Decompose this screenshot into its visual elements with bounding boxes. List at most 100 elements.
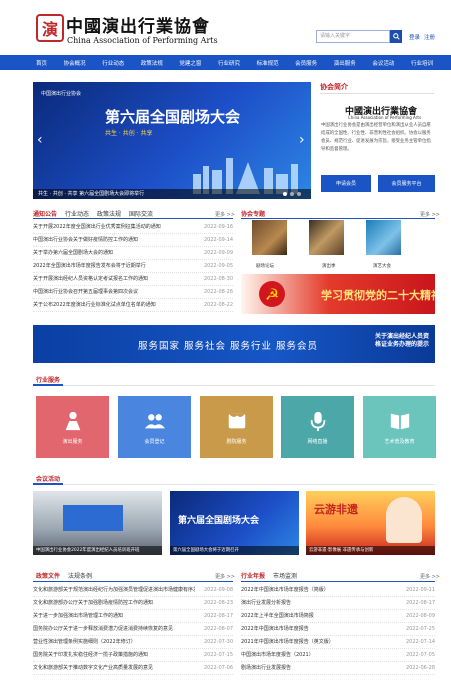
service-tile-theater[interactable]: 剧院服务	[200, 396, 273, 458]
service-tile-performance[interactable]: 演出服务	[36, 396, 109, 458]
gallery-item[interactable]: 中国演出行业协会2022年度演出经纪人员培训班开班	[33, 491, 162, 555]
list-item[interactable]: 演出行业发展分析报告 2022-08-17	[241, 597, 435, 610]
service-slogan-banner[interactable]: 服务国家 服务社会 服务行业 服务会员 关于演出经纪人员资格证业务办理的提示	[33, 325, 435, 363]
tab-notices[interactable]: 通知公告	[33, 209, 57, 218]
service-tile-live[interactable]: 网络直播	[281, 396, 354, 458]
member-service-button[interactable]: 会员服务平台	[378, 175, 435, 192]
topic-image[interactable]	[252, 220, 287, 255]
list-item-title[interactable]: 关于公布2022年度演出行业标准化试点单位名单的通知	[33, 299, 156, 312]
hero-dot[interactable]	[283, 192, 287, 196]
register-link[interactable]: 注册	[424, 33, 435, 41]
topic-more-link[interactable]: 更多 >>	[420, 211, 440, 218]
tab-international[interactable]: 国际交流	[129, 209, 153, 218]
list-item[interactable]: 关于开展演出经纪人员资格认定考试报名工作的通知 2022-08-30	[33, 273, 233, 286]
list-item[interactable]: 关于开展2022年度全国演出行业优秀案例征集活动的通知 2022-09-16	[33, 221, 233, 234]
nav-item-about[interactable]: 协会概况	[64, 59, 86, 67]
reports-more-link[interactable]: 更多 >>	[420, 573, 440, 580]
nav-item-events[interactable]: 会议活动	[372, 59, 394, 67]
list-item[interactable]: 中国演出行业协会召开第五届理事会第四次会议 2022-08-26	[33, 286, 233, 299]
list-item-title[interactable]: 营业性演出管理条例实施细则（2022年修订）	[33, 636, 136, 649]
notices-more-link[interactable]: 更多 >>	[215, 211, 235, 218]
list-item-title[interactable]: 2022年全国演出市场年度报告发布会将于近期举行	[33, 260, 146, 273]
hero-dot[interactable]	[297, 192, 301, 196]
list-item[interactable]: 国务院办公厅关于进一步释放消费潜力促进消费持续恢复的意见 2022-08-07	[33, 623, 233, 636]
tab-industry-news[interactable]: 行业动态	[65, 209, 89, 218]
list-item-title[interactable]: 2021年中国演出市场年度报告（英文版）	[241, 636, 334, 649]
topic-caption[interactable]: 演出季	[322, 263, 336, 269]
hero-prev-arrow[interactable]: ‹	[37, 132, 43, 148]
gallery-caption[interactable]: 第六届全国剧场大会将于近期召开	[170, 546, 299, 555]
list-item-title[interactable]: 演出行业发展分析报告	[241, 597, 291, 610]
list-item-title[interactable]: 中国演出市场年度报告（2021）	[241, 649, 314, 662]
list-item-title[interactable]: 文化和旅游部关于规范演出经纪行为加强演员管理促进演出市场健康有序发展的通知	[33, 584, 195, 597]
hero-caption[interactable]: 共生 · 共创 · 共享 第六届全国剧场大会即将举行	[33, 189, 311, 199]
policy-more-link[interactable]: 更多 >>	[215, 573, 235, 580]
tab-policy-docs[interactable]: 政策文件	[36, 571, 60, 580]
topic-caption[interactable]: 剧场论坛	[256, 263, 274, 269]
list-item-title[interactable]: 2022年中国演出市场年度报告	[241, 623, 309, 636]
list-item-title[interactable]: 关于举办第六届全国剧场大会的通知	[33, 247, 113, 260]
list-item[interactable]: 2022年中国演出市场年度报告（简版） 2022-09-11	[241, 584, 435, 597]
list-item[interactable]: 2022年中国演出市场年度报告 2022-07-25	[241, 623, 435, 636]
nav-item-industry-news[interactable]: 行业动态	[102, 59, 124, 67]
list-item[interactable]: 中国演出市场年度报告（2021） 2022-07-05	[241, 649, 435, 662]
list-item[interactable]: 关于进一步加强演出市场管理工作的通知 2022-08-17	[33, 610, 233, 623]
list-item[interactable]: 文化和旅游部办公厅关于加强剧场疫情防控工作的通知 2022-08-23	[33, 597, 233, 610]
tab-annual-reports[interactable]: 行业年报	[241, 571, 265, 580]
list-item[interactable]: 中国演出行业协会关于做好疫情防控工作的通知 2022-09-14	[33, 234, 233, 247]
association-logo-seal[interactable]: 演	[36, 14, 64, 42]
list-item[interactable]: 2022年全国演出市场年度报告发布会将于近期举行 2022-09-05	[33, 260, 233, 273]
gallery-caption[interactable]: 中国演出行业协会2022年度演出经纪人员培训班开班	[33, 546, 162, 555]
hero-next-arrow[interactable]: ›	[299, 132, 305, 148]
topic-caption[interactable]: 演艺大会	[373, 263, 391, 269]
site-logo-title[interactable]: 中國演出行業協會	[66, 12, 210, 37]
list-item[interactable]: 关于举办第六届全国剧场大会的通知 2022-09-09	[33, 247, 233, 260]
list-item-title[interactable]: 2022年中国演出市场年度报告（简版）	[241, 584, 329, 597]
list-item[interactable]: 关于公布2022年度演出行业标准化试点单位名单的通知 2022-08-22	[33, 299, 233, 312]
nav-item-standards[interactable]: 标准规范	[257, 59, 279, 67]
list-item[interactable]: 2021年中国演出市场年度报告（英文版） 2022-07-14	[241, 636, 435, 649]
list-item-title[interactable]: 关于进一步加强演出市场管理工作的通知	[33, 610, 123, 623]
nav-item-training[interactable]: 行业培训	[411, 59, 433, 67]
nav-item-policy[interactable]: 政策法规	[141, 59, 163, 67]
tab-policy[interactable]: 政策法规	[97, 209, 121, 218]
list-item-title[interactable]: 国务院关于印发扎实稳住经济一揽子政策措施的通知	[33, 649, 148, 662]
list-item[interactable]: 营业性演出管理条例实施细则（2022年修订） 2022-07-30	[33, 636, 233, 649]
search-button[interactable]	[390, 30, 402, 43]
gallery-item[interactable]: 第六届全国剧场大会 第六届全国剧场大会将于近期召开	[170, 491, 299, 555]
nav-item-performance[interactable]: 演出服务	[334, 59, 356, 67]
list-item[interactable]: 国务院关于印发扎实稳住经济一揽子政策措施的通知 2022-07-15	[33, 649, 233, 662]
hero-banner[interactable]: 中国演出行业协会 第六届全国剧场大会 共生 · 共创 · 共享 ‹ › 共生 ·…	[33, 82, 311, 199]
list-item-title[interactable]: 关于开展演出经纪人员资格认定考试报名工作的通知	[33, 273, 148, 286]
nav-item-home[interactable]: 首页	[36, 59, 47, 67]
list-item-title[interactable]: 关于开展2022年度全国演出行业优秀案例征集活动的通知	[33, 221, 161, 234]
service-tile-education[interactable]: 艺术普及教育	[363, 396, 436, 458]
hero-dot[interactable]	[290, 192, 294, 196]
topic-image[interactable]	[309, 220, 344, 255]
list-item[interactable]: 剧场演出行业发展报告 2022-06-28	[241, 662, 435, 675]
list-item-title[interactable]: 文化和旅游部关于推动数字文化产业高质量发展的意见	[33, 662, 153, 675]
nav-item-research[interactable]: 行业研究	[218, 59, 240, 67]
list-item[interactable]: 文化和旅游部关于推动数字文化产业高质量发展的意见 2022-07-06	[33, 662, 233, 675]
list-item-title[interactable]: 文化和旅游部办公厅关于加强剧场疫情防控工作的通知	[33, 597, 153, 610]
divider	[320, 93, 434, 94]
list-item[interactable]: 文化和旅游部关于规范演出经纪行为加强演员管理促进演出市场健康有序发展的通知 202…	[33, 584, 233, 597]
tab-market-monitoring[interactable]: 市场监测	[273, 571, 297, 580]
list-item[interactable]: 2022年上半年全国演出市场简报 2022-08-09	[241, 610, 435, 623]
search-input[interactable]: 请输入关键字	[316, 30, 390, 43]
apply-member-button[interactable]: 申请会员	[321, 175, 371, 192]
list-item-title[interactable]: 国务院办公厅关于进一步释放消费潜力促进消费持续恢复的意见	[33, 623, 173, 636]
list-item-title[interactable]: 2022年上半年全国演出市场简报	[241, 610, 314, 623]
party-study-banner[interactable]: ☭ 学习贯彻党的二十大精神	[241, 274, 435, 314]
list-item-title[interactable]: 中国演出行业协会召开第五届理事会第四次会议	[33, 286, 138, 299]
service-tile-members[interactable]: 会员登记	[118, 396, 191, 458]
topic-image[interactable]	[366, 220, 401, 255]
list-item-title[interactable]: 中国演出行业协会关于做好疫情防控工作的通知	[33, 234, 138, 247]
nav-item-member[interactable]: 会员服务	[295, 59, 317, 67]
tab-regulations[interactable]: 法规条例	[68, 571, 92, 580]
gallery-item[interactable]: 云游非遗 云游非遗·影像展 非遗传承与创新	[306, 491, 435, 555]
login-link[interactable]: 登录	[409, 33, 420, 41]
gallery-caption[interactable]: 云游非遗·影像展 非遗传承与创新	[306, 546, 435, 555]
nav-item-party[interactable]: 党建之窗	[179, 59, 201, 67]
list-item-title[interactable]: 剧场演出行业发展报告	[241, 662, 291, 675]
